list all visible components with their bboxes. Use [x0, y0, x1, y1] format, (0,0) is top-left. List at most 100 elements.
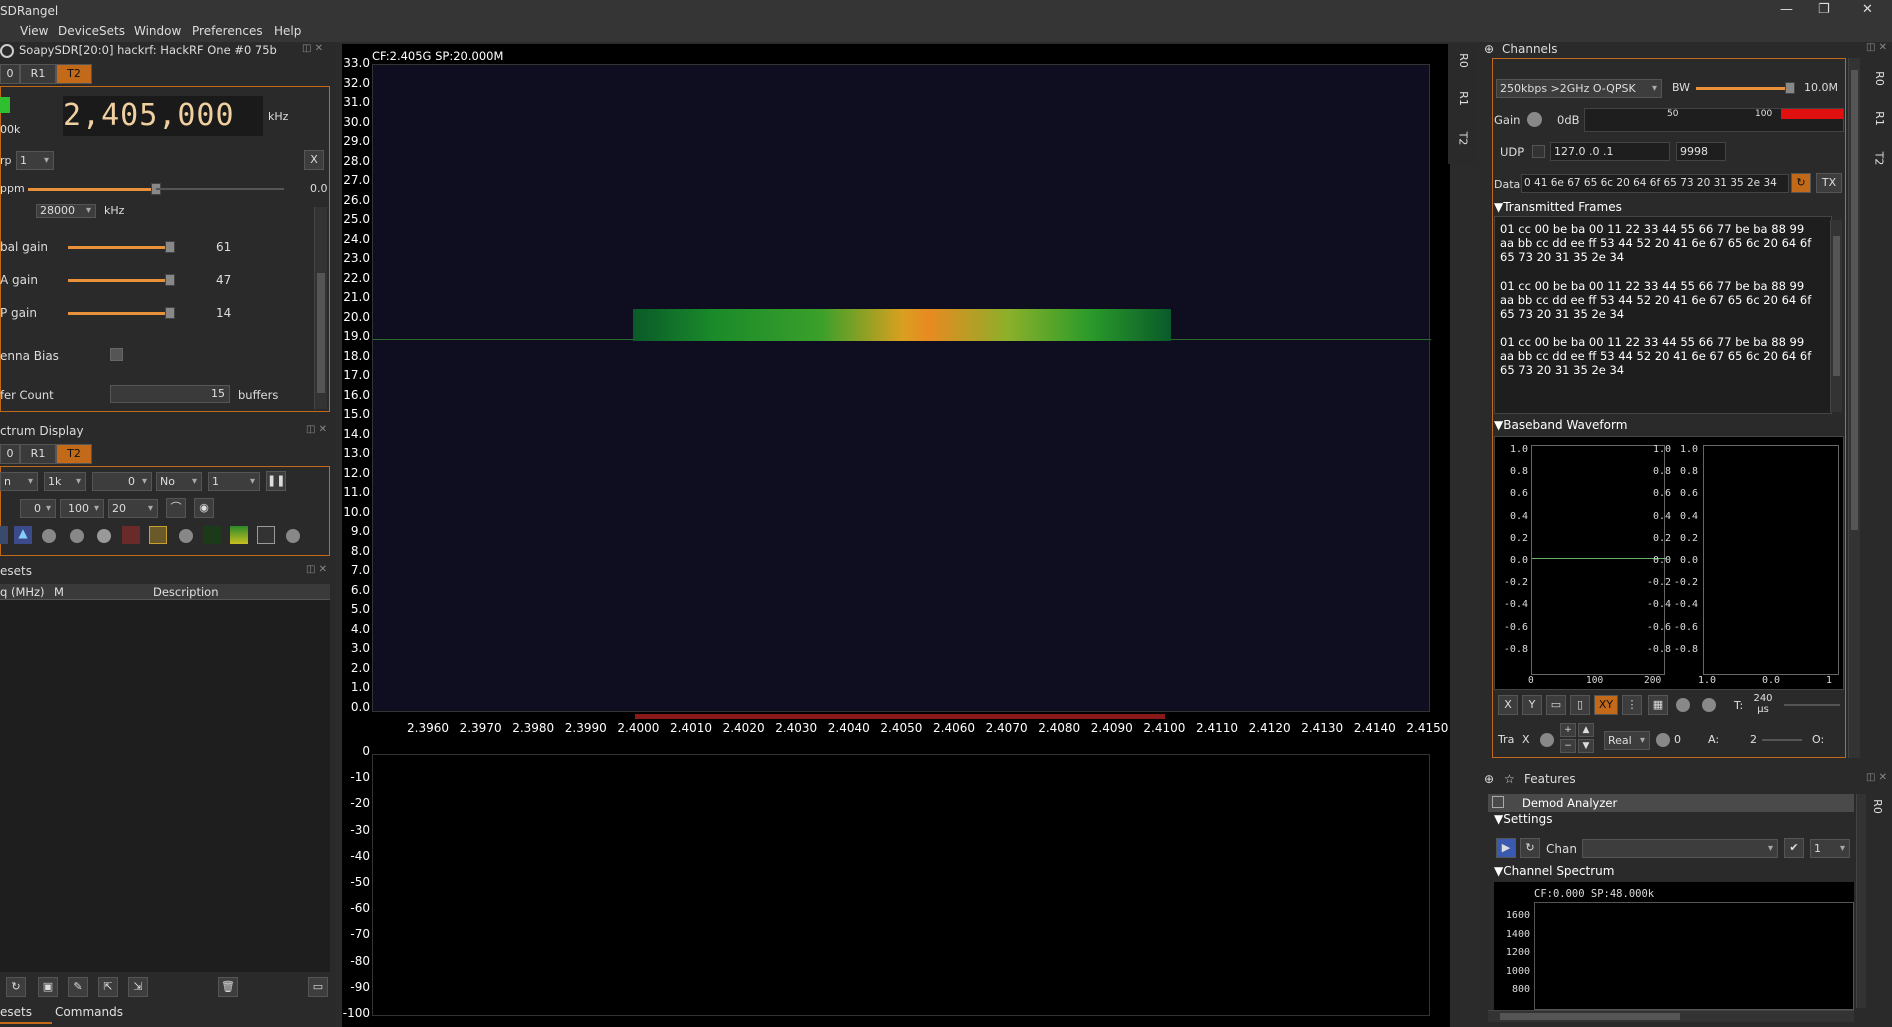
max-hold-icon[interactable]	[149, 526, 167, 544]
restore-button[interactable]: ❐	[1818, 2, 1830, 17]
menu-devicesets[interactable]: DeviceSets	[58, 24, 125, 38]
up-button[interactable]: ▲	[1578, 723, 1594, 737]
wireless-icon[interactable]: ◉	[194, 498, 214, 518]
ref-level-spin[interactable]: 0	[20, 499, 56, 518]
udp-address-input[interactable]: 127.0 .0 .1	[1550, 142, 1670, 161]
close-button[interactable]: ✕	[1862, 2, 1873, 17]
trace-slider[interactable]	[1784, 704, 1840, 706]
channel-marker-bar[interactable]	[635, 714, 1165, 719]
waterfall-panel[interactable]	[372, 64, 1431, 712]
bw-slider[interactable]	[1696, 82, 1795, 94]
spectrum-dock-icons[interactable]: ◫ ✕	[306, 424, 327, 435]
menu-view[interactable]: View	[20, 24, 48, 38]
menu-preferences[interactable]: Preferences	[192, 24, 263, 38]
feature-refresh-icon[interactable]: ↻	[1520, 838, 1540, 858]
refresh-icon[interactable]: ↻	[1791, 173, 1811, 193]
rside-tab-r1[interactable]: R1	[1873, 111, 1886, 126]
play-button[interactable]: ▶	[1496, 838, 1516, 858]
features-add-icon[interactable]: ⊕	[1484, 772, 1494, 786]
dial-icon[interactable]	[42, 529, 56, 543]
channels-scrollbar[interactable]	[1848, 58, 1860, 758]
dial4-icon[interactable]	[179, 529, 193, 543]
fps-combo[interactable]: 20	[108, 499, 158, 518]
commands-bottom-tab[interactable]: Commands	[54, 1002, 124, 1024]
presets-dock-icons[interactable]: ◫ ✕	[306, 564, 327, 575]
fft-size-combo[interactable]: 1k	[44, 472, 86, 491]
frequency-dial[interactable]: 2,405,000	[63, 96, 263, 136]
col-description[interactable]: Description	[153, 585, 219, 599]
gain-slider-2[interactable]	[68, 307, 175, 319]
tra-dial[interactable]	[1540, 733, 1554, 747]
peak-icon[interactable]: ▲	[14, 526, 32, 544]
rside-tab-t2[interactable]: T2	[1872, 152, 1885, 166]
undock-icon[interactable]: ◫ ✕	[302, 43, 323, 54]
menu-help[interactable]: Help	[274, 24, 301, 38]
scope-x-button[interactable]: X	[1498, 695, 1518, 715]
reload-icon[interactable]: ↻	[6, 977, 26, 997]
chan-combo[interactable]	[1582, 839, 1778, 858]
edit-icon[interactable]: ✎	[68, 977, 88, 997]
spectrum-tab-r1[interactable]: R1	[20, 444, 56, 464]
a-slider[interactable]	[1762, 739, 1802, 741]
range-spin[interactable]: 100	[60, 499, 104, 518]
side-tab-t2[interactable]: T2	[1456, 132, 1469, 146]
rside-tab-r0[interactable]: R0	[1873, 71, 1886, 86]
col-freq[interactable]: q (MHz)	[0, 585, 45, 599]
grid-icon[interactable]	[0, 526, 8, 544]
presets-list[interactable]	[0, 600, 330, 972]
waterfall-icon[interactable]	[203, 526, 221, 544]
device-tab-r0[interactable]: 0	[0, 64, 20, 84]
delete-icon[interactable]: 🗑	[218, 977, 238, 997]
device-tab-r1[interactable]: R1	[20, 64, 56, 84]
scope-dial1[interactable]	[1676, 698, 1690, 712]
gain-dial[interactable]	[1527, 112, 1542, 127]
side-tab-r0[interactable]: R0	[1457, 53, 1470, 68]
x-button[interactable]: X	[304, 150, 324, 170]
scope-grid-icon[interactable]: ⋮	[1622, 695, 1642, 715]
device-scrollbar[interactable]	[314, 207, 327, 409]
check-icon[interactable]: ✔	[1784, 838, 1804, 858]
udp-checkbox[interactable]	[1532, 145, 1545, 158]
start-stop-button[interactable]	[0, 97, 10, 113]
features-hscrollbar[interactable]	[1488, 1010, 1854, 1022]
channels-add-icon[interactable]: ⊕	[1484, 42, 1494, 56]
device-tab-t2[interactable]: T2	[56, 64, 92, 84]
side-tab-r1[interactable]: R1	[1457, 91, 1470, 106]
data-input[interactable]: 0 41 6e 67 65 6c 20 64 6f 65 73 20 31 35…	[1521, 174, 1789, 193]
histogram-icon[interactable]	[122, 526, 140, 544]
scope-vertical-icon[interactable]: ▯	[1570, 695, 1590, 715]
gain-slider-1[interactable]	[68, 274, 175, 286]
scope-split-icon[interactable]: ▭	[1546, 695, 1566, 715]
col-mode[interactable]: M	[54, 585, 64, 599]
chan-num-combo[interactable]: 1	[1810, 839, 1850, 858]
save-icon[interactable]: ▣	[38, 977, 58, 997]
bw-combo[interactable]: 28000	[36, 204, 96, 218]
settings-dial-icon[interactable]	[286, 529, 300, 543]
dial2-icon[interactable]	[70, 529, 84, 543]
scope-dial2[interactable]	[1702, 698, 1716, 712]
settings-title[interactable]: ▼Settings	[1494, 812, 1552, 826]
gain-slider-0[interactable]	[68, 241, 175, 253]
channels-dock-icons[interactable]: ◫ ✕	[1866, 42, 1887, 53]
pause-button[interactable]: ❚❚	[266, 471, 286, 491]
modulation-combo[interactable]: 250kbps >2GHz O-QPSK	[1496, 79, 1662, 98]
grid-toggle-icon[interactable]	[257, 526, 275, 544]
buffer-count-input[interactable]: 15	[110, 385, 230, 403]
features-dock-icons[interactable]: ◫ ✕	[1866, 772, 1887, 783]
fft-overlap-spin[interactable]: 0	[92, 472, 152, 491]
presets-bottom-tab[interactable]: esets	[0, 1002, 52, 1024]
real-combo[interactable]: Real	[1604, 731, 1650, 750]
frames-scrollbar[interactable]	[1830, 220, 1842, 412]
fft-window-combo[interactable]: n	[0, 472, 38, 491]
power-spectrum-panel[interactable]	[372, 754, 1430, 1016]
averaging-count-combo[interactable]: 1	[208, 472, 260, 491]
tx-button[interactable]: TX	[1816, 173, 1842, 193]
spectrum-tab-t2[interactable]: T2	[56, 444, 92, 464]
import-icon[interactable]: ⇲	[128, 977, 148, 997]
color-map-icon[interactable]	[230, 526, 248, 544]
down-button[interactable]: ▼	[1578, 739, 1594, 753]
spectrum-tab-r0[interactable]: 0	[0, 444, 20, 464]
ppm-slider[interactable]	[28, 183, 161, 195]
scope-y-button[interactable]: Y	[1522, 695, 1542, 715]
antenna-bias-checkbox[interactable]	[110, 348, 123, 361]
